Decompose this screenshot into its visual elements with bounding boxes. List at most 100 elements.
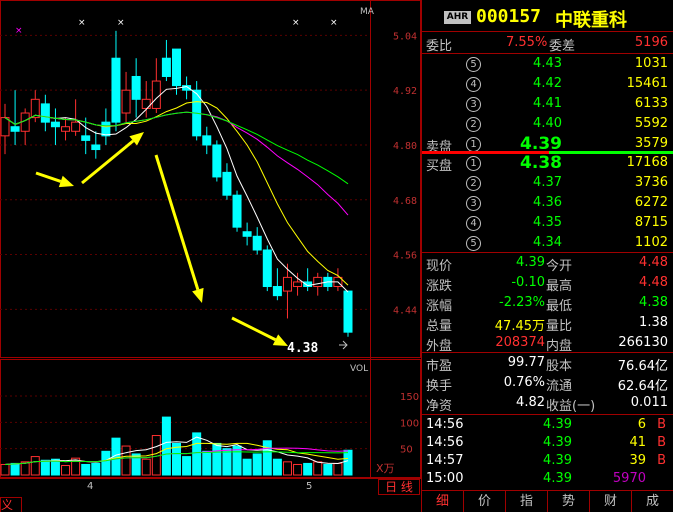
- price-tick-label: 4.92: [393, 86, 417, 97]
- volume-bar: [242, 458, 252, 476]
- volume-bar: [61, 465, 71, 476]
- panel-tab[interactable]: 财: [590, 491, 632, 512]
- stat-value: 4.39: [516, 255, 545, 270]
- bid-row[interactable]: 5 4.34 1102: [422, 233, 673, 254]
- stat-value: 4.48: [639, 255, 668, 270]
- volume-bar: [333, 462, 343, 476]
- vol-label: VOL: [350, 364, 368, 374]
- volume-bar: [222, 448, 232, 476]
- candle-body: [0, 117, 10, 137]
- weibi-row: 委比 7.55% 委差 5196: [422, 33, 673, 54]
- stat-value: -2.23%: [499, 295, 545, 310]
- weicha-label: 委差: [549, 39, 576, 54]
- volume-bar: [202, 450, 212, 476]
- panel-tab[interactable]: 成: [632, 491, 673, 512]
- bid-volume: 1102: [634, 235, 668, 250]
- candle-body: [151, 80, 161, 109]
- marker-icon: ×: [330, 18, 338, 28]
- volume-bar: [161, 416, 171, 476]
- panel-tab[interactable]: 指: [506, 491, 548, 512]
- candle-body: [212, 144, 222, 178]
- volume-bar: [91, 462, 101, 476]
- bid-row[interactable]: 2 4.37 3736: [422, 173, 673, 194]
- tick-row: 14:57 4.39 39 B: [422, 452, 673, 471]
- tick-price: 4.39: [543, 417, 572, 432]
- vol-unit-label: X万: [376, 462, 395, 475]
- stat-label: 量比: [546, 319, 573, 334]
- volume-bar: [343, 449, 353, 476]
- bid-price: 4.36: [533, 195, 562, 210]
- chart-footer: 日 线 义: [0, 478, 421, 512]
- fund-row: 市盈 99.77 股本 76.64亿: [422, 353, 673, 374]
- volume-bar: [40, 459, 50, 476]
- bid-price: 4.34: [533, 235, 562, 250]
- stock-name: 中联重科: [555, 10, 627, 31]
- candle-body: [313, 276, 323, 288]
- stat-row: 涨幅 -2.23% 最低 4.38: [422, 293, 673, 314]
- kline-chart[interactable]: 5.04 4.92 4.80 4.68 4.56 4.44 150 100 50 MA VOL X万 ×…: [0, 0, 421, 512]
- bid-row[interactable]: 买盘 1 4.38 17168: [422, 153, 673, 174]
- fund-label: 股本: [546, 359, 573, 374]
- marker-icon: ×: [117, 18, 125, 28]
- panel-tabs: 细价指势财成: [422, 490, 673, 512]
- fund-label: 净资: [426, 399, 453, 414]
- stat-value: 1.38: [639, 315, 668, 330]
- volume-bar: [0, 463, 10, 476]
- stat-value: 47.45万: [494, 319, 545, 334]
- last-price-label: 4.38: [287, 341, 318, 356]
- ask-price: 4.40: [533, 116, 562, 131]
- ask-row[interactable]: 2 4.40 5592: [422, 114, 673, 135]
- ask-price: 4.43: [533, 56, 562, 71]
- tick-volume: 6: [637, 417, 646, 432]
- tick-side: B: [657, 453, 666, 468]
- stat-label: 今开: [546, 259, 573, 274]
- volume-bar: [303, 462, 313, 476]
- last-price-arrow-icon: [339, 340, 348, 350]
- candle-body: [222, 171, 232, 196]
- tick-volume: 5970: [612, 471, 646, 486]
- stat-value: 266130: [618, 335, 668, 350]
- panel-tab[interactable]: 势: [548, 491, 590, 512]
- tick-side: B: [657, 417, 666, 432]
- volume-bar: [293, 463, 303, 476]
- annotation-arrow-icon: [192, 287, 204, 303]
- fund-value: 99.77: [507, 355, 545, 370]
- stat-label: 现价: [426, 259, 453, 274]
- marker-icon: ×: [15, 26, 23, 36]
- ahr-badge[interactable]: AHR: [444, 11, 471, 24]
- volume-bar: [323, 463, 333, 476]
- panel-tab[interactable]: 价: [464, 491, 506, 512]
- stat-value: 208374: [495, 335, 545, 350]
- candle-body: [121, 89, 131, 114]
- tick-row: 14:56 4.39 41 B: [422, 434, 673, 453]
- volume-tick-label: 50: [400, 445, 413, 456]
- ask-row[interactable]: 5 4.43 1031: [422, 54, 673, 75]
- candle-body: [272, 286, 282, 297]
- stat-row: 总量 47.45万 量比 1.38: [422, 313, 673, 334]
- stat-row: 涨跌 -0.10 最高 4.48: [422, 273, 673, 294]
- candle-body: [131, 75, 141, 100]
- period-button[interactable]: 日 线: [378, 479, 420, 495]
- left-tab[interactable]: 义: [0, 497, 22, 512]
- candle-body: [141, 98, 151, 109]
- ask-row[interactable]: 3 4.41 6133: [422, 94, 673, 115]
- stock-title: AHR 000157 中联重科: [422, 0, 673, 32]
- quote-panel: AHR 000157 中联重科 委比 7.55% 委差 5196 5 4.43 10…: [421, 0, 673, 512]
- fund-label: 换手: [426, 379, 453, 394]
- bid-row[interactable]: 3 4.36 6272: [422, 193, 673, 214]
- candle-body: [282, 276, 292, 292]
- marker-icon: ×: [78, 18, 86, 28]
- ask-row[interactable]: 4 4.42 15461: [422, 74, 673, 95]
- price-tick-label: 4.44: [393, 305, 417, 316]
- price-tick-label: 4.56: [393, 251, 417, 262]
- volume-bar: [282, 461, 292, 476]
- volume-bar: [141, 458, 151, 476]
- volume-bar: [121, 445, 131, 476]
- panel-tab[interactable]: 细: [422, 491, 464, 512]
- volume-bar: [232, 445, 242, 476]
- tick-price: 4.39: [543, 471, 572, 486]
- volume-tick-label: 150: [400, 392, 419, 403]
- tick-row: 15:00 4.39 5970: [422, 470, 673, 489]
- weibi-label: 委比: [426, 39, 453, 54]
- bid-row[interactable]: 4 4.35 8715: [422, 213, 673, 234]
